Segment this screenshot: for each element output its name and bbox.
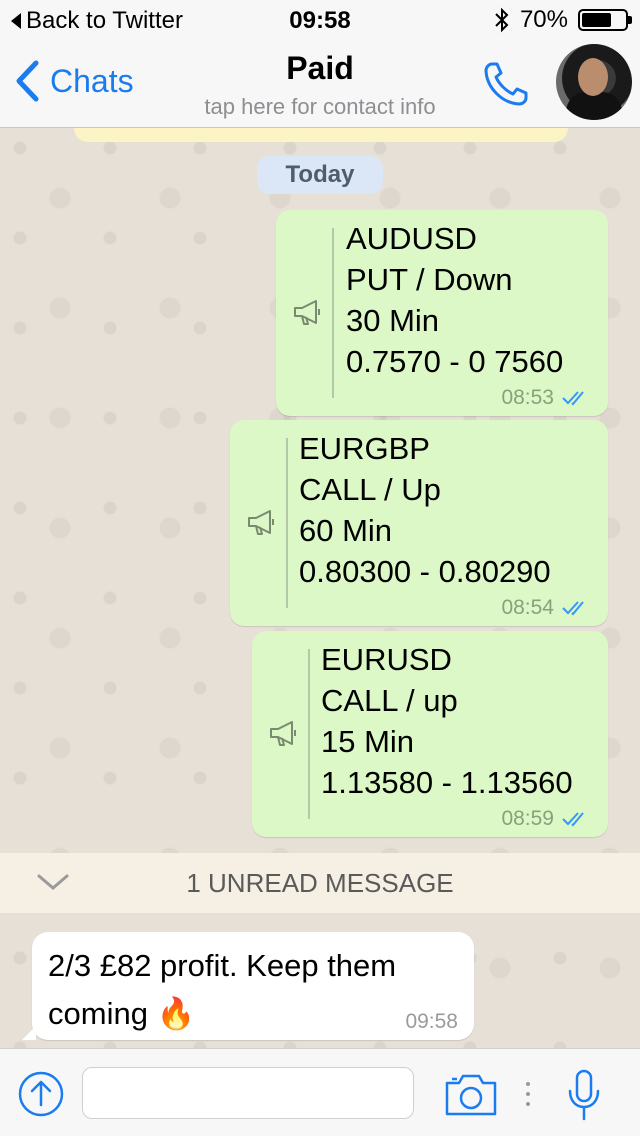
message-line: 15 Min (321, 724, 415, 759)
chats-back-label: Chats (50, 62, 134, 99)
bubble-tail (22, 1026, 36, 1040)
nav-bar: Chats Paid tap here for contact info (0, 40, 640, 128)
message-text: EURUSD CALL / up 15 Min 1.13580 - 1.1356… (321, 639, 573, 803)
input-bar (0, 1048, 640, 1136)
message-line: 0.80300 - 0.80290 (299, 554, 551, 589)
message-line: AUDUSD (346, 221, 477, 256)
outgoing-message[interactable]: EURUSD CALL / up 15 Min 1.13580 - 1.1356… (252, 631, 608, 837)
contact-avatar[interactable] (556, 44, 632, 120)
message-meta: 08:54 (501, 596, 592, 620)
battery-fill (582, 13, 611, 27)
message-text: 2/3 £82 profit. Keep them coming 🔥 (48, 942, 458, 1038)
microphone-icon[interactable] (566, 1069, 602, 1121)
share-upload-icon[interactable] (18, 1071, 64, 1117)
message-meta: 08:59 (501, 807, 592, 831)
message-line: 60 Min (299, 513, 393, 548)
phone-call-icon[interactable] (480, 58, 532, 110)
message-line: 1.13580 - 1.13560 (321, 765, 573, 800)
megaphone-icon (270, 721, 296, 746)
avatar-face (578, 58, 608, 96)
quote-line (308, 649, 310, 819)
battery-icon (578, 9, 632, 31)
message-line-2: coming 🔥 (48, 990, 458, 1038)
camera-icon[interactable] (444, 1073, 498, 1117)
chat-area[interactable]: Today AUDUSD PUT / Down 30 Min 0.7570 - … (0, 128, 640, 1048)
message-line: CALL / up (321, 683, 458, 718)
battery-percent: 70% (519, 6, 568, 33)
previous-message-edge (74, 128, 568, 142)
more-dots-icon[interactable] (524, 1079, 532, 1109)
chats-back-button[interactable]: Chats (14, 60, 134, 102)
message-time: 09:58 (405, 1010, 458, 1033)
chevron-left-icon (16, 60, 39, 102)
message-line: CALL / Up (299, 472, 441, 507)
contact-name[interactable]: Paid (140, 50, 500, 87)
quote-line (286, 438, 288, 608)
message-time: 08:53 (501, 386, 554, 409)
message-line: 30 Min (346, 303, 440, 338)
message-meta: 08:53 (501, 386, 592, 410)
message-line: EURGBP (299, 431, 430, 466)
outgoing-message[interactable]: EURGBP CALL / Up 60 Min 0.80300 - 0.8029… (230, 420, 608, 626)
chevron-down-icon[interactable] (36, 873, 70, 891)
message-line: EURUSD (321, 642, 452, 677)
incoming-message[interactable]: 2/3 £82 profit. Keep them coming 🔥 09:58 (22, 932, 474, 1040)
unread-divider: 1 UNREAD MESSAGE (0, 853, 640, 913)
message-input[interactable] (82, 1067, 414, 1119)
message-line: PUT / Down (346, 262, 513, 297)
message-line: 0.7570 - 0 7560 (346, 344, 564, 379)
outgoing-message[interactable]: AUDUSD PUT / Down 30 Min 0.7570 - 0 7560… (276, 210, 608, 416)
contact-info-hint[interactable]: tap here for contact info (140, 94, 500, 120)
bluetooth-icon (495, 7, 509, 33)
megaphone-icon (248, 510, 274, 535)
date-separator: Today (257, 156, 383, 194)
message-time: 08:59 (501, 807, 554, 830)
read-ticks-icon (562, 812, 584, 827)
read-ticks-icon (562, 601, 584, 616)
message-line: coming (48, 996, 148, 1031)
megaphone-icon (294, 300, 320, 325)
quote-line (332, 228, 334, 398)
message-text: AUDUSD PUT / Down 30 Min 0.7570 - 0 7560 (346, 218, 563, 382)
status-right: 70% (494, 6, 632, 34)
unread-label: 1 UNREAD MESSAGE (186, 868, 454, 898)
fire-emoji: 🔥 (156, 996, 196, 1031)
message-line: 2/3 £82 profit. Keep them (48, 948, 397, 983)
avatar-shirt (566, 92, 622, 120)
read-ticks-icon (562, 391, 584, 406)
status-bar: Back to Twitter 09:58 70% (0, 0, 640, 40)
message-time: 08:54 (501, 596, 554, 619)
message-text: EURGBP CALL / Up 60 Min 0.80300 - 0.8029… (299, 428, 551, 592)
